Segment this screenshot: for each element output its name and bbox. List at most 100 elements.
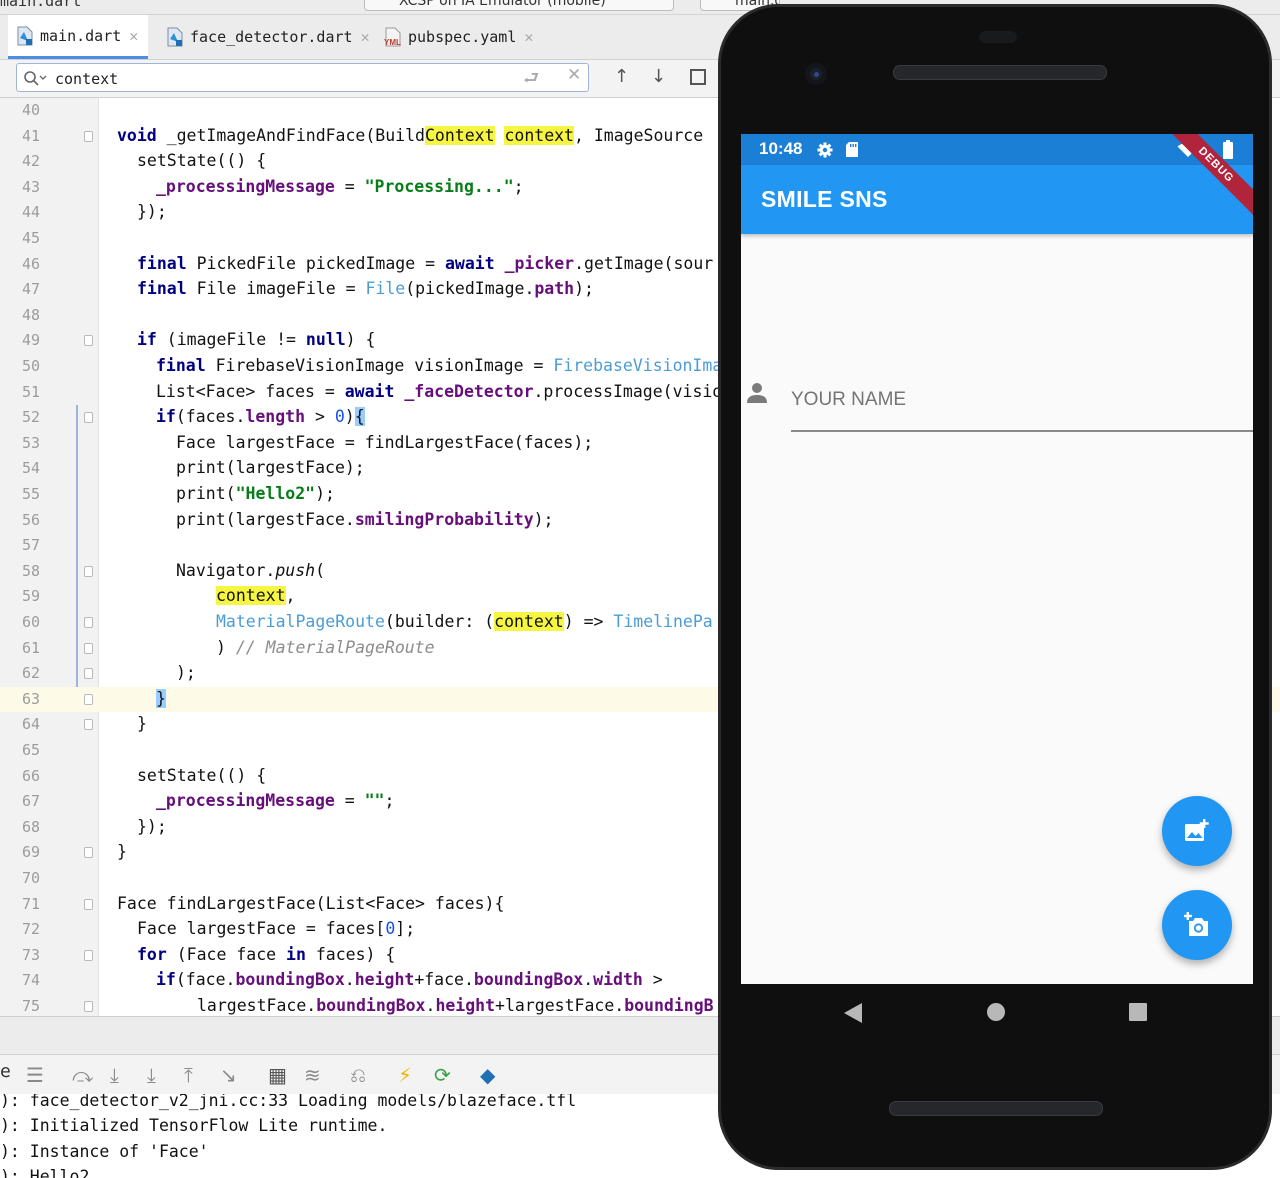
clear-search-icon[interactable]: ✕ [567,65,581,85]
dart-file-icon [16,26,34,46]
code-line: MaterialPageRoute(builder: (context) => … [216,612,713,631]
line-number: 74 [21,971,40,990]
menu-icon[interactable]: ☰ [26,1063,44,1087]
add-photo-button[interactable] [1162,796,1232,866]
hot-restart-icon[interactable]: ⟳ [434,1063,451,1087]
run-configuration-dropdown[interactable]: XCSP on IA Emulator (mobile) [364,0,674,11]
code-line: void _getImageAndFindFace(BuildContext c… [117,125,714,145]
fold-marker[interactable] [84,949,93,961]
line-number: 46 [21,254,40,273]
tab-face-detector-dart[interactable]: face_detector.dart ✕ [158,15,370,59]
line-number: 43 [21,177,40,196]
code-line: setState(() { [137,765,267,785]
line-number: 58 [21,561,40,580]
line-number: 62 [21,664,40,683]
line-number: 56 [21,510,40,529]
code-line: }); [137,816,167,836]
code-line: final File imageFile = File(pickedImage.… [137,279,594,299]
fold-marker[interactable] [84,668,93,680]
android-emulator: 10:48 SMILE SNS DEBUG [718,4,1272,1170]
line-number: 45 [21,229,40,247]
step-into-icon[interactable]: ⤓ [110,1063,119,1087]
code-line: final PickedFile pickedImage = await _pi… [137,253,714,273]
line-number: 53 [21,433,40,452]
code-line: for (Face face in faces) { [137,944,396,964]
fold-marker[interactable] [84,847,93,859]
panel-toggle-icon[interactable] [690,69,706,85]
tab-main-dart[interactable]: main.dart ✕ [8,15,148,59]
step-over-icon[interactable]: ⤼ [72,1063,93,1087]
front-camera [805,63,827,85]
top-speaker [893,65,1107,80]
code-line: ) // MaterialPageRoute [216,637,435,657]
search-box: ⮐ ✕ [16,63,589,92]
line-number: 57 [21,536,40,555]
step-out-icon[interactable]: ⤒ [184,1063,193,1087]
close-icon[interactable]: ✕ [129,27,138,45]
trace-icon[interactable]: ≋ [304,1063,321,1087]
evaluate-expression-icon[interactable]: ▦ [268,1063,287,1087]
fold-marker[interactable] [84,693,93,705]
fold-marker[interactable] [84,1001,93,1012]
restore-layout-icon[interactable]: ⎌ [350,1063,366,1087]
code-line: if(faces.length > 0){ [156,407,365,427]
line-number: 52 [21,408,40,427]
line-number: 61 [21,638,40,657]
force-step-into-icon[interactable]: ⤓ [147,1063,156,1087]
fold-marker[interactable] [84,642,93,654]
previous-tab-fragment[interactable]: main.dart [0,0,81,10]
flutter-inspector-icon[interactable]: ◆ [480,1063,495,1087]
code-line: print(largestFace); [176,458,365,478]
line-number: 40 [21,101,40,119]
line-number: 69 [21,843,40,862]
search-input[interactable] [53,67,497,90]
recents-icon[interactable] [1128,1002,1148,1022]
code-line: _processingMessage = ""; [156,791,395,811]
run-to-cursor-icon[interactable]: ↘ [220,1063,237,1087]
fold-marker[interactable] [84,617,93,628]
search-icon[interactable] [23,70,47,86]
fold-marker[interactable] [84,898,93,910]
android-navigation-bar [741,984,1253,1044]
code-line: ); [176,663,196,683]
line-number: 66 [21,766,40,785]
home-icon[interactable] [986,1002,1006,1022]
close-icon[interactable]: ✕ [361,28,370,46]
tool-window-label-fragment: e [0,1061,11,1082]
fold-marker[interactable] [84,335,93,347]
code-line: List<Face> faces = await _faceDetector.p… [156,381,723,401]
code-line: _processingMessage = "Processing..."; [156,176,524,196]
previous-occurrence-icon[interactable]: ↑ [614,66,629,87]
line-number: 59 [21,587,40,606]
hot-reload-icon[interactable]: ⚡ [398,1063,412,1087]
line-number: 73 [21,945,40,964]
line-number: 48 [21,305,40,324]
code-line: Face findLargestFace(List<Face> faces){ [117,893,505,913]
line-number: 55 [21,485,40,503]
back-icon[interactable] [843,1002,863,1024]
newline-icon[interactable]: ⮐ [523,66,539,96]
line-number: 50 [21,357,40,375]
line-number: 63 [21,689,40,708]
add-camera-button[interactable] [1162,890,1232,960]
line-number: 54 [21,459,40,478]
tab-pubspec-yaml[interactable]: YML pubspec.yaml ✕ [376,15,552,59]
line-number: 49 [21,331,40,350]
volume-button [1271,297,1272,397]
code-line: Face largestFace = findLargestFace(faces… [176,432,594,452]
fold-marker[interactable] [84,412,93,424]
name-input[interactable] [791,370,1253,432]
fold-marker[interactable] [84,565,93,577]
fold-marker[interactable] [84,130,93,142]
line-number: 71 [21,894,40,913]
next-occurrence-icon[interactable]: ↓ [651,66,666,87]
code-line: print("Hello2"); [176,484,335,503]
battery-icon [1223,140,1233,159]
fold-marker[interactable] [84,719,93,731]
code-line: final FirebaseVisionImage visionImage = … [156,356,723,375]
tab-label: face_detector.dart [190,28,353,46]
line-number: 60 [21,613,40,631]
name-text-field [741,370,1253,434]
line-number: 44 [21,203,40,222]
close-icon[interactable]: ✕ [524,28,533,46]
